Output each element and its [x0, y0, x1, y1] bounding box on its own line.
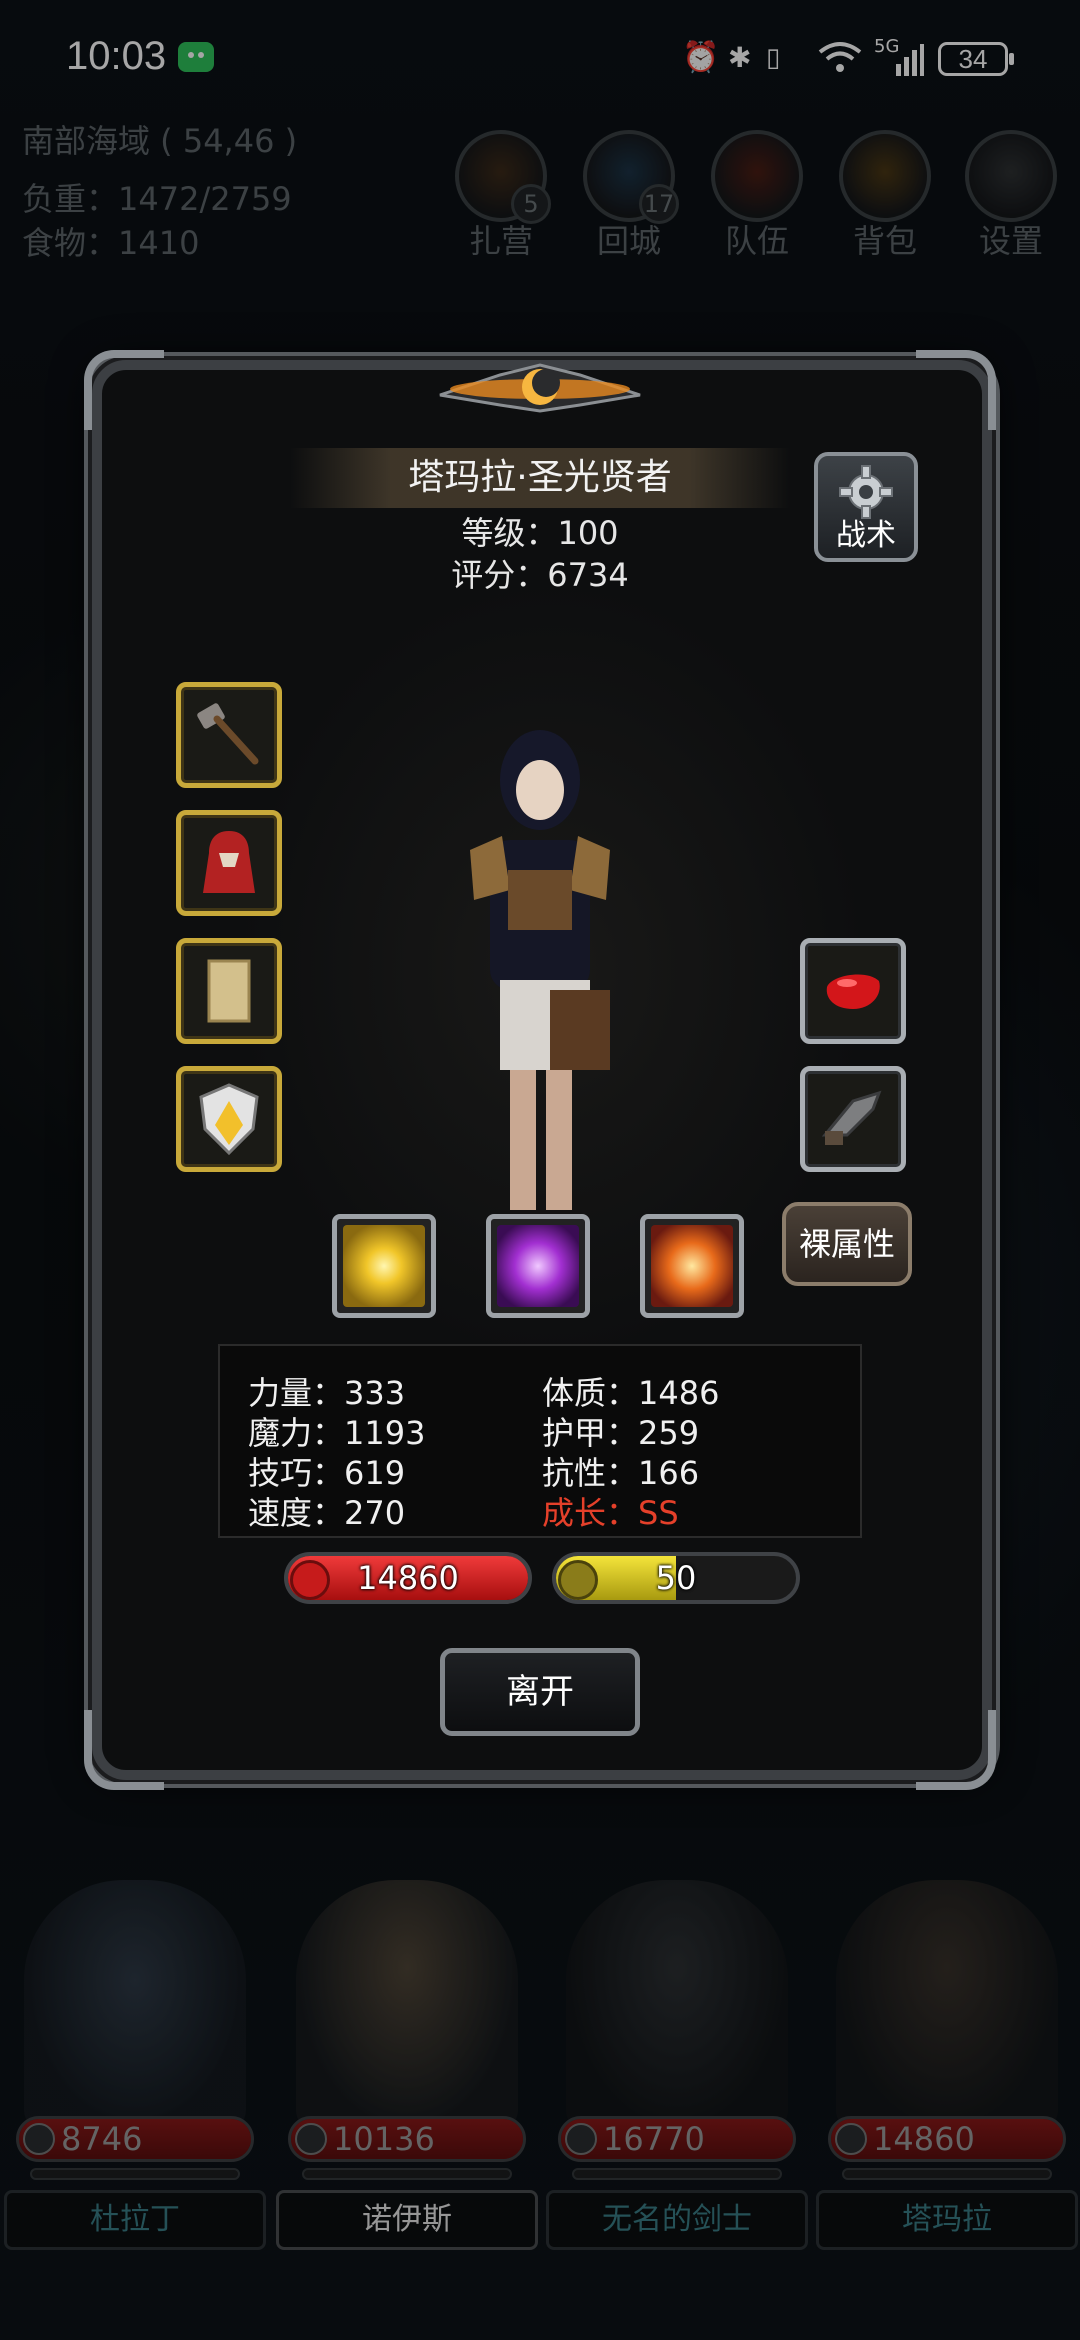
- tactics-label: 战术: [836, 518, 896, 553]
- flame-cross-icon: [651, 1225, 733, 1307]
- red-gem-icon: [826, 974, 880, 1009]
- equipment-slot-weapon[interactable]: [176, 682, 282, 788]
- frame-corner: [916, 350, 996, 430]
- skill-slot[interactable]: [640, 1214, 744, 1318]
- hammer-icon: [197, 703, 259, 765]
- hero-name: 塔玛拉·圣光贤者: [290, 448, 790, 508]
- hp-value: 14860: [357, 1559, 459, 1597]
- energy-value: 50: [655, 1559, 697, 1597]
- holy-burst-icon: [343, 1225, 425, 1307]
- red-cloak-icon: [203, 831, 255, 893]
- stat-growth: 成长：SS: [542, 1494, 679, 1532]
- equipment-slot-armor[interactable]: [176, 810, 282, 916]
- equipment-slot-shield[interactable]: [176, 1066, 282, 1172]
- equipment-slot-gem[interactable]: [800, 938, 906, 1044]
- skill-slot[interactable]: [486, 1214, 590, 1318]
- stats-panel: 力量：333 魔力：1193 技巧：619 速度：270 体质：1486 护甲：…: [218, 1344, 862, 1538]
- leave-button[interactable]: 离开: [440, 1648, 640, 1736]
- tactics-button[interactable]: 战术: [814, 452, 918, 562]
- hp-bar: 14860: [284, 1552, 532, 1604]
- gauntlet-icon: [821, 1090, 882, 1145]
- skill-slot[interactable]: [332, 1214, 436, 1318]
- moon-ornament-icon: [439, 363, 641, 413]
- hero-score: 评分：6734: [451, 556, 629, 594]
- naked-attributes-button[interactable]: 裸属性: [782, 1202, 912, 1286]
- frame-corner: [84, 1710, 164, 1790]
- hero-level: 等级：100: [461, 514, 619, 552]
- shield-icon: [199, 1083, 259, 1156]
- frame-corner: [84, 350, 164, 430]
- energy-bar: 50: [552, 1552, 800, 1604]
- stat-speed: 速度：270: [248, 1494, 406, 1532]
- equipment-slot-accessory[interactable]: [176, 938, 282, 1044]
- hero-character-portrait: [470, 730, 610, 1210]
- equipment-slot-gloves[interactable]: [800, 1066, 906, 1172]
- scroll-icon: [207, 959, 251, 1023]
- arcane-note-icon: [497, 1225, 579, 1307]
- frame-corner: [916, 1710, 996, 1790]
